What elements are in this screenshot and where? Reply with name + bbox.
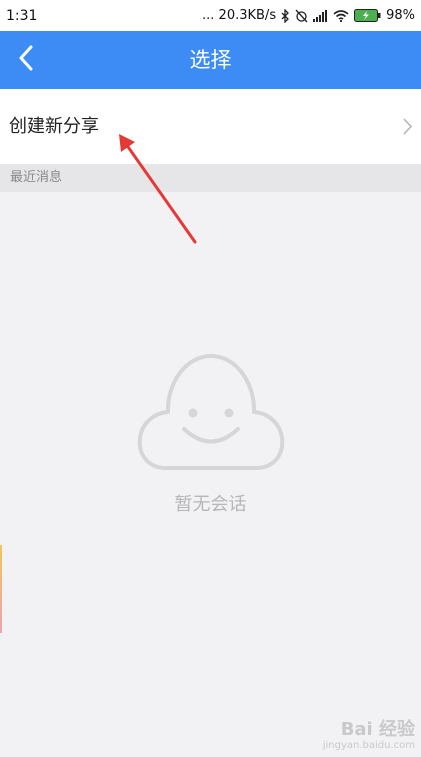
watermark-url: jingyan.baidu.com <box>322 740 415 751</box>
battery-icon <box>354 9 381 22</box>
wifi-icon <box>333 9 349 22</box>
back-button[interactable] <box>0 31 52 89</box>
network-speed: ... 20.3KB/s <box>202 8 277 23</box>
alarm-off-icon <box>295 9 308 23</box>
signal-icon <box>313 9 328 22</box>
page-title: 选择 <box>189 48 232 72</box>
create-share-label: 创建新分享 <box>9 116 99 137</box>
battery-level: 98% <box>386 8 415 23</box>
watermark-brand: Bai 经验 <box>340 719 415 741</box>
nav-bar: 选择 <box>0 31 421 89</box>
status-time: 1:31 <box>6 7 38 24</box>
empty-state-text: 暂无会话 <box>174 494 247 515</box>
status-indicators: ... 20.3KB/s 98% <box>202 8 415 23</box>
chevron-right-icon <box>402 117 413 140</box>
watermark: Bai 经验 jingyan.baidu.com <box>323 720 415 751</box>
recent-messages-header: 最近消息 <box>0 164 421 192</box>
status-bar: 1:31 ... 20.3KB/s 98% <box>0 0 421 31</box>
cloud-smile-icon <box>136 350 286 479</box>
bluetooth-icon <box>281 8 290 23</box>
back-chevron-icon <box>18 45 34 75</box>
create-share-row[interactable]: 创建新分享 <box>0 89 421 164</box>
edge-strip <box>0 545 2 633</box>
